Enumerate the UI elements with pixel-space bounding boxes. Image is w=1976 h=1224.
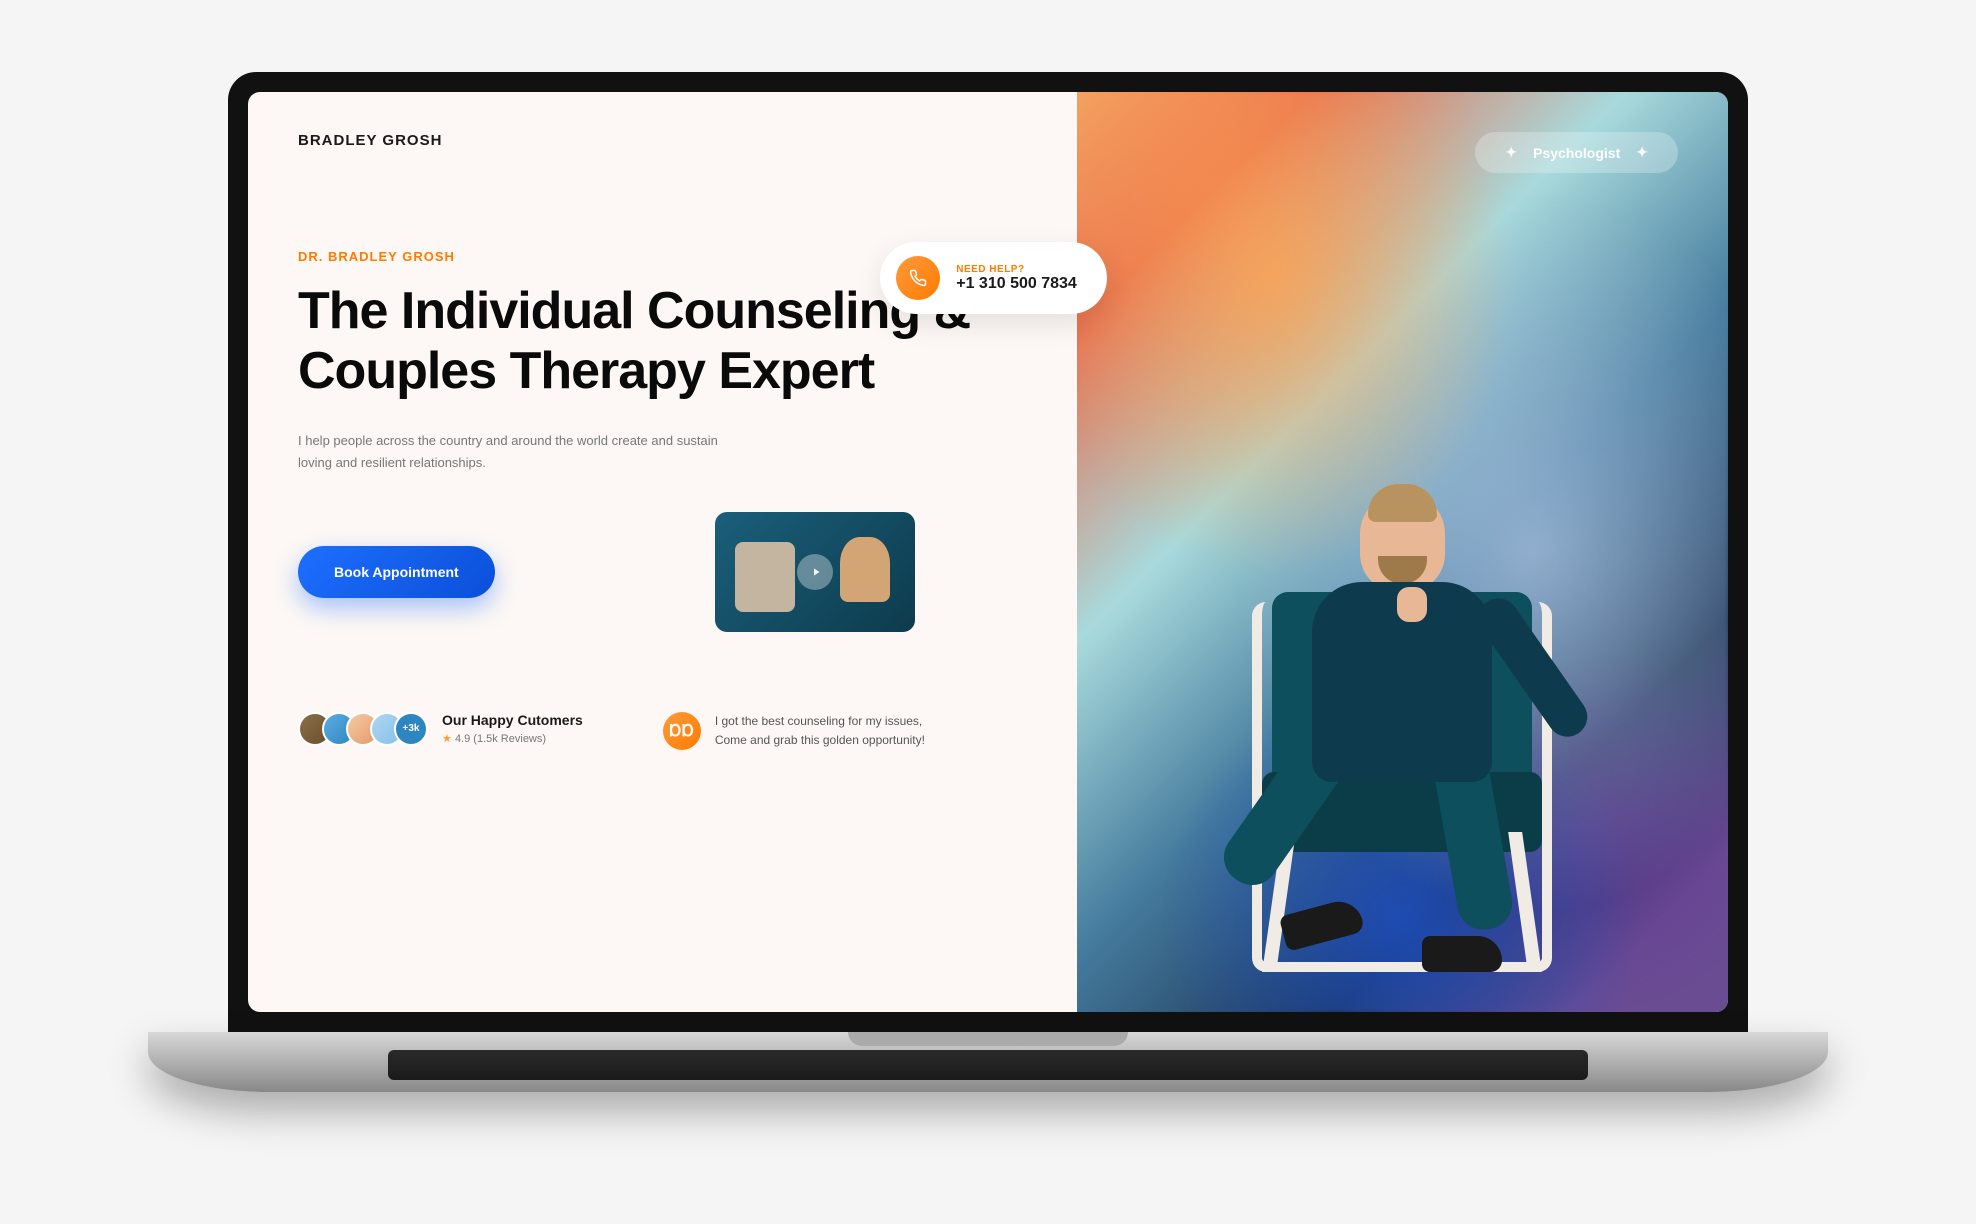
website-hero: BRADLEY GROSH NEED HELP? +1 310 500 7834… <box>248 92 1728 1012</box>
person-illustration <box>1192 372 1612 1012</box>
rating-suffix: (1.5k Reviews) <box>473 733 546 745</box>
rating-value: 4.9 <box>455 733 470 745</box>
laptop-base <box>148 1032 1828 1092</box>
hero-subtext: I help people across the country and aro… <box>298 430 718 474</box>
sparkle-icon: ✦ <box>1636 144 1648 161</box>
avatar-stack: +3k <box>298 712 428 746</box>
testimonial-line-2: Come and grab this golden opportunity! <box>715 731 925 750</box>
help-text: NEED HELP? +1 310 500 7834 <box>956 264 1077 293</box>
laptop-notch <box>848 1032 1128 1046</box>
help-phone-number: +1 310 500 7834 <box>956 275 1077 293</box>
social-proof-row: +3k Our Happy Cutomers ★ 4.9 (1.5k Revie… <box>298 712 1037 750</box>
laptop-keyboard <box>388 1050 1588 1080</box>
book-appointment-button[interactable]: Book Appointment <box>298 546 495 598</box>
video-thumbnail[interactable] <box>715 512 915 632</box>
help-card[interactable]: NEED HELP? +1 310 500 7834 <box>880 242 1107 314</box>
phone-icon <box>896 256 940 300</box>
customers-block: +3k Our Happy Cutomers ★ 4.9 (1.5k Revie… <box>298 712 583 746</box>
testimonial-line-1: I got the best counseling for my issues, <box>715 712 925 731</box>
customers-text: Our Happy Cutomers ★ 4.9 (1.5k Reviews) <box>442 712 583 745</box>
star-icon: ★ <box>442 733 452 745</box>
customers-rating: ★ 4.9 (1.5k Reviews) <box>442 732 583 745</box>
quote-icon: ⱰⱰ <box>663 712 701 750</box>
laptop-mockup: BRADLEY GROSH NEED HELP? +1 310 500 7834… <box>148 72 1828 1152</box>
badge-label: Psychologist <box>1533 145 1620 161</box>
left-content-panel: BRADLEY GROSH NEED HELP? +1 310 500 7834… <box>248 92 1077 1012</box>
psychologist-badge: ✦ Psychologist ✦ <box>1475 132 1678 173</box>
laptop-screen: BRADLEY GROSH NEED HELP? +1 310 500 7834… <box>228 72 1748 1032</box>
right-image-panel: ✦ Psychologist ✦ <box>1077 92 1728 1012</box>
play-icon <box>797 554 833 590</box>
avatar-more-count: +3k <box>394 712 428 746</box>
cta-row: Book Appointment <box>298 512 1037 632</box>
sparkle-icon: ✦ <box>1505 144 1517 161</box>
testimonial-block: ⱰⱰ I got the best counseling for my issu… <box>663 712 925 750</box>
customers-title: Our Happy Cutomers <box>442 712 583 728</box>
help-label: NEED HELP? <box>956 264 1077 275</box>
site-logo[interactable]: BRADLEY GROSH <box>298 132 1037 149</box>
testimonial-text: I got the best counseling for my issues,… <box>715 712 925 750</box>
